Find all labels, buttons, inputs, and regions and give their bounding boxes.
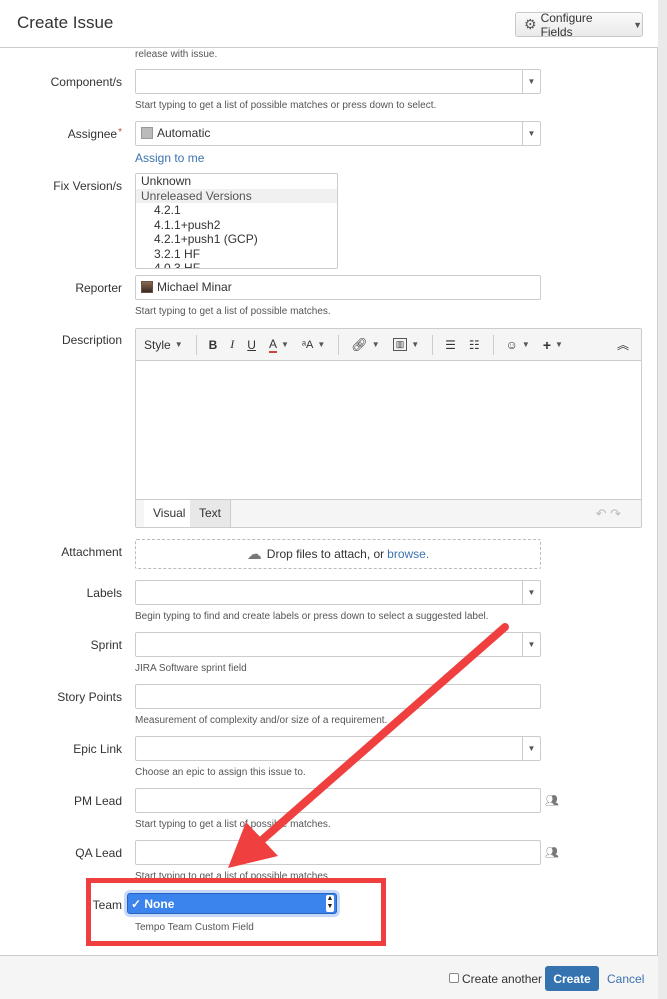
upload-cloud-icon: ☁ (246, 546, 262, 563)
labels-input[interactable]: ▼ (135, 580, 541, 605)
emoticon-icon[interactable]: ☺ ▼ (506, 338, 530, 352)
sprint-hint: JIRA Software sprint field (135, 663, 247, 674)
create-button[interactable]: Create (545, 966, 599, 991)
attachment-label: Attachment (61, 545, 122, 559)
fix-version-listbox[interactable]: Unknown Unreleased Versions 4.2.1 4.1.1+… (135, 173, 338, 269)
sprint-label: Sprint (90, 638, 122, 652)
dialog-header: Create Issue ⚙ Configure Fields ▼ (0, 0, 658, 48)
pm-lead-label: PM Lead (73, 794, 122, 808)
reporter-hint: Start typing to get a list of possible m… (135, 306, 331, 317)
pm-lead-input[interactable] (135, 788, 541, 813)
create-issue-dialog: Create Issue ⚙ Configure Fields ▼ releas… (0, 0, 658, 999)
bullet-list-icon[interactable]: ☰ (445, 338, 456, 352)
story-points-label: Story Points (57, 690, 122, 704)
chevron-down-icon: ▼ (633, 19, 642, 30)
list-item[interactable]: 3.2.1 HF (136, 247, 337, 262)
reporter-label: Reporter (75, 281, 122, 295)
annotation-highlight-box (86, 878, 386, 946)
avatar (141, 281, 153, 293)
cancel-link[interactable]: Cancel (607, 972, 644, 986)
browse-link[interactable]: browse. (387, 547, 429, 561)
dialog-title: Create Issue (17, 13, 114, 32)
insert-more-icon[interactable]: + ▼ (543, 337, 563, 353)
collapse-toolbar-icon[interactable]: ︽ (617, 336, 629, 353)
qa-lead-label: QA Lead (75, 846, 122, 860)
reporter-value: Michael Minar (157, 280, 232, 294)
create-another-checkbox[interactable] (449, 973, 459, 983)
description-label: Description (61, 333, 122, 347)
description-editor: Style ▼ B I U A ▼ ᵃA ▼ 🔗︎ ▼ ▥ ▼ ☰ ☷ ☺ ▼ + ▼ ︽ (135, 328, 642, 528)
configure-fields-button[interactable]: ⚙ Configure Fields ▼ (515, 10, 643, 39)
text-color-icon[interactable]: A ▼ (268, 337, 289, 353)
epic-link-hint: Choose an epic to assign this issue to. (135, 767, 306, 778)
list-item[interactable]: 4.1.1+push2 (136, 218, 337, 233)
italic-icon[interactable]: I (230, 337, 234, 352)
editor-mode-tabs: Visual Text ↶ ↷ (136, 499, 641, 527)
chevron-down-icon[interactable]: ▼ (522, 122, 540, 145)
user-picker-icon[interactable]: 👥︎ (545, 846, 559, 859)
dialog-footer: Create another Create Cancel (0, 955, 658, 999)
assign-to-me-link[interactable]: Assign to me (135, 151, 204, 165)
gear-icon: ⚙ (524, 16, 537, 32)
tab-text[interactable]: Text (190, 500, 232, 527)
qa-lead-input[interactable] (135, 840, 541, 865)
undo-redo-icon[interactable]: ↶ ↷ (596, 506, 621, 522)
story-points-hint: Measurement of complexity and/or size of… (135, 715, 388, 726)
more-formatting-icon[interactable]: ᵃA ▼ (302, 339, 325, 351)
chevron-down-icon[interactable]: ▼ (522, 581, 540, 604)
fix-version-label: Fix Version/s (53, 179, 122, 193)
configure-fields-label: Configure Fields (540, 10, 593, 39)
bold-icon[interactable]: B (209, 338, 218, 352)
fix-version-hint-tail: release with issue. (135, 49, 218, 60)
components-label: Component/s (50, 75, 122, 89)
sprint-input[interactable]: ▼ (135, 632, 541, 657)
epic-link-input[interactable]: ▼ (135, 736, 541, 761)
assignee-label: Assignee* (67, 127, 122, 141)
dialog-body: release with issue. Component/s ▼ Start … (0, 49, 658, 955)
insert-media-icon[interactable]: ▥ ▼ (392, 338, 419, 351)
components-hint: Start typing to get a list of possible m… (135, 100, 437, 111)
list-item[interactable]: 4.2.1+push1 (GCP) (136, 232, 337, 247)
avatar (141, 127, 153, 139)
list-item[interactable]: 4.0.3 HF (136, 261, 337, 268)
epic-link-label: Epic Link (73, 742, 122, 756)
labels-hint: Begin typing to find and create labels o… (135, 611, 489, 622)
chevron-down-icon[interactable]: ▼ (522, 737, 540, 760)
chevron-down-icon[interactable]: ▼ (522, 633, 540, 656)
list-item[interactable]: 4.2.1 (136, 203, 337, 218)
editor-toolbar: Style ▼ B I U A ▼ ᵃA ▼ 🔗︎ ▼ ▥ ▼ ☰ ☷ ☺ ▼ + ▼ ︽ (136, 329, 641, 361)
chevron-down-icon[interactable]: ▼ (522, 70, 540, 93)
assignee-select[interactable]: Automatic ▼ (135, 121, 541, 146)
assignee-value: Automatic (157, 126, 211, 140)
create-another-label[interactable]: Create another (462, 972, 542, 986)
components-input[interactable]: ▼ (135, 69, 541, 94)
description-textarea[interactable] (136, 361, 641, 499)
style-dropdown[interactable]: Style ▼ (144, 338, 183, 352)
attachment-dropzone[interactable]: ☁ Drop files to attach, or browse. (135, 539, 541, 569)
link-icon[interactable]: 🔗︎ ▼ (351, 337, 379, 353)
tab-visual[interactable]: Visual (144, 500, 196, 527)
numbered-list-icon[interactable]: ☷ (469, 338, 480, 352)
underline-icon[interactable]: U (247, 338, 256, 352)
reporter-input[interactable]: Michael Minar (135, 275, 541, 300)
list-item: Unreleased Versions (136, 188, 337, 203)
story-points-input[interactable] (135, 684, 541, 709)
list-item[interactable]: Unknown (136, 174, 337, 189)
labels-label: Labels (86, 586, 122, 600)
pm-lead-hint: Start typing to get a list of possible m… (135, 819, 331, 830)
user-picker-icon[interactable]: 👥︎ (545, 794, 559, 807)
